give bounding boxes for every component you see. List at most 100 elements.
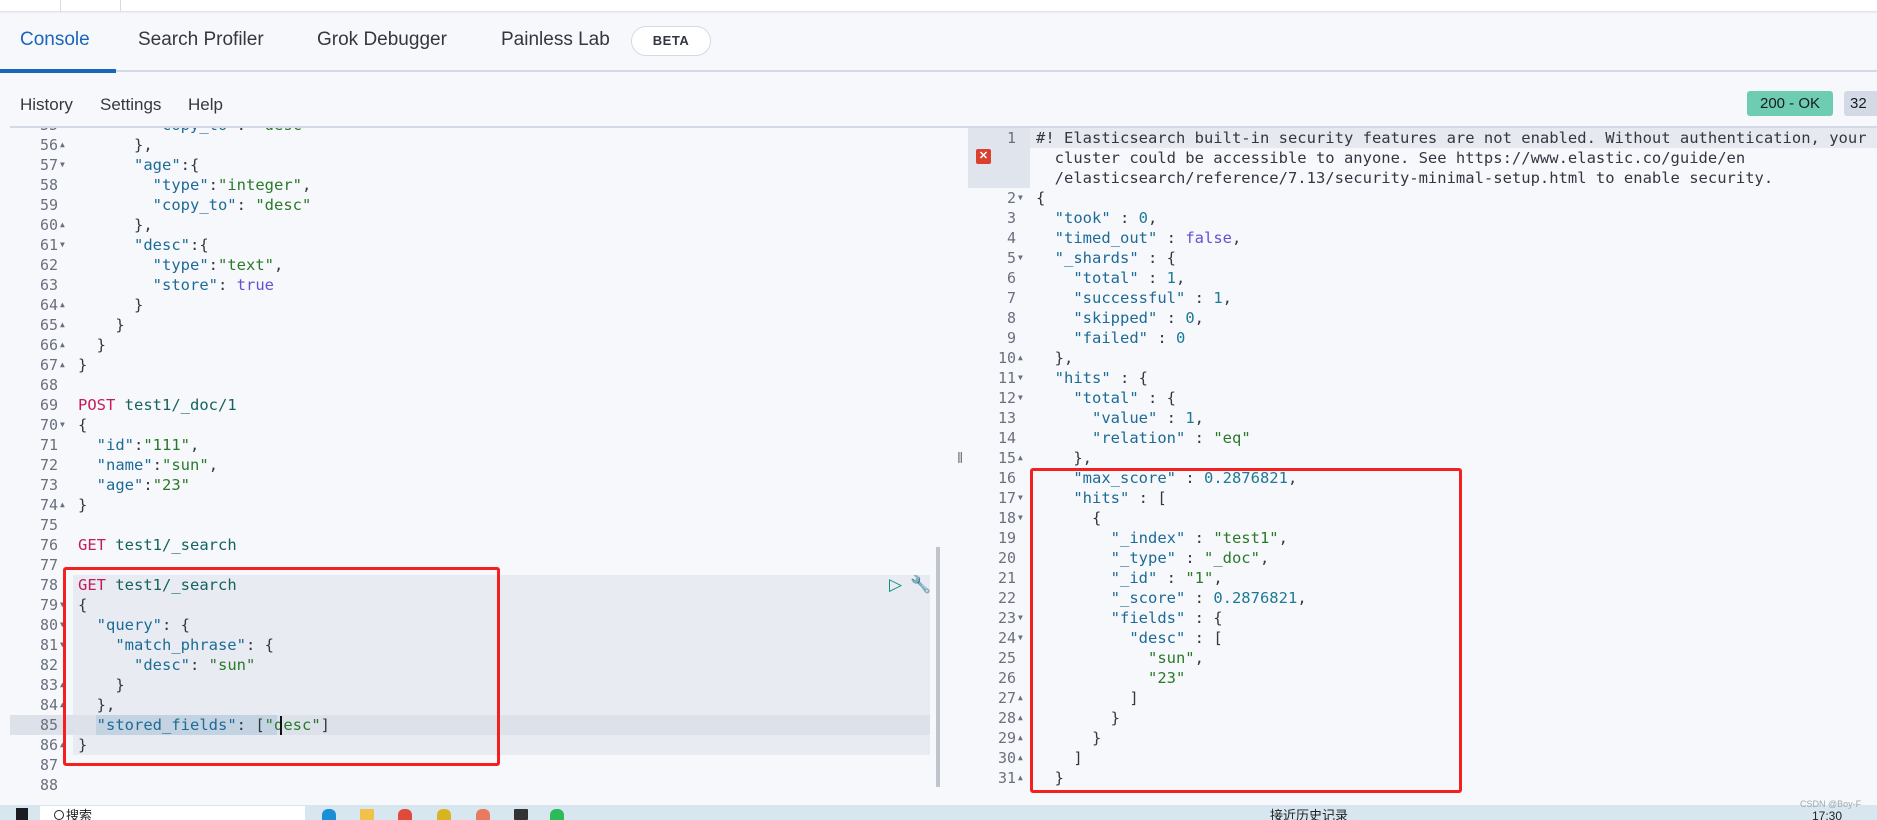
line-number: 8 [1006, 309, 1016, 327]
code-text: } [78, 296, 144, 314]
tab-search-profiler[interactable]: Search Profiler [138, 29, 264, 51]
fold-down-icon[interactable]: ▼ [1018, 368, 1023, 388]
code-line: 66 ▲ } [10, 335, 940, 355]
line-number: 72 [39, 456, 58, 474]
fold-down-icon[interactable]: ▼ [1018, 388, 1023, 408]
divider-handle-icon[interactable]: ‖ [957, 450, 963, 467]
tab-console[interactable]: Console [20, 29, 90, 51]
code-line: 12 ▼ "total" : { [968, 388, 1877, 408]
line-number: 26 [997, 669, 1016, 687]
code-text: } [78, 496, 88, 514]
line-number: 59 [39, 196, 58, 214]
editor-scrollbar[interactable] [936, 547, 940, 787]
fold-up-icon[interactable]: ▲ [1018, 448, 1023, 468]
recent-history-widget[interactable]: 接近历史记录 [1270, 806, 1348, 820]
code-line: 75 [10, 515, 940, 535]
tab-grok-debugger[interactable]: Grok Debugger [317, 29, 447, 51]
fold-down-icon[interactable]: ▼ [1018, 628, 1023, 648]
code-text: } [78, 336, 106, 354]
line-number: 73 [39, 476, 58, 494]
taskbar-search[interactable]: 搜索 [40, 806, 305, 820]
line-number: 19 [997, 529, 1016, 547]
line-number: 21 [997, 569, 1016, 587]
code-line: 69 POST test1/_doc/1 [10, 395, 940, 415]
code-line: 6 "total" : 1, [968, 268, 1877, 288]
terminal-icon[interactable] [514, 809, 528, 820]
fold-up-icon[interactable]: ▲ [1018, 688, 1023, 708]
code-text: "age":"23" [96, 476, 191, 494]
fold-up-icon[interactable]: ▲ [60, 135, 65, 155]
fold-down-icon[interactable]: ▼ [1018, 508, 1023, 528]
line-number: 2 [1006, 189, 1016, 207]
code-text: GET test1/_search [78, 536, 237, 554]
warning-row: cluster could be accessible to anyone. S… [968, 148, 1877, 168]
line-number: 9 [1006, 329, 1016, 347]
code-text: "skipped" : 0, [1073, 309, 1205, 327]
help-button[interactable]: Help [188, 95, 223, 115]
line-number: 10 [997, 349, 1016, 367]
fold-up-icon[interactable]: ▲ [60, 215, 65, 235]
folder-icon[interactable] [360, 809, 374, 820]
tab-divider [60, 0, 61, 11]
wechat-icon[interactable] [550, 809, 564, 820]
code-text: }, [1036, 349, 1074, 367]
code-text: "type":"integer", [152, 176, 312, 194]
code-line: 56 ▲ }, [10, 135, 940, 155]
fold-up-icon[interactable]: ▲ [1018, 768, 1023, 788]
code-text: "id":"111", [96, 436, 200, 454]
line-number: 23 [997, 609, 1016, 627]
line-number: 17 [997, 489, 1016, 507]
fold-down-icon[interactable]: ▼ [60, 235, 65, 255]
line-number: 20 [997, 549, 1016, 567]
line-number: 61 [39, 236, 58, 254]
fold-down-icon[interactable]: ▼ [1018, 488, 1023, 508]
line-number: 18 [997, 509, 1016, 527]
fold-up-icon[interactable]: ▲ [1018, 728, 1023, 748]
line-number: 56 [39, 136, 58, 154]
code-text: "took" : 0, [1054, 209, 1158, 227]
code-line: 73 "age":"23" [10, 475, 940, 495]
app-icon[interactable] [476, 809, 490, 820]
line-number: 84 [39, 696, 58, 714]
code-line: 3 "took" : 0, [968, 208, 1877, 228]
tab-painless-lab[interactable]: Painless Lab [501, 29, 610, 51]
history-button[interactable]: History [20, 95, 73, 115]
warning-text: #! Elasticsearch built-in security featu… [1036, 129, 1867, 147]
windows-start-icon[interactable] [16, 808, 28, 820]
fold-up-icon[interactable]: ▲ [1018, 348, 1023, 368]
line-number: 77 [39, 556, 58, 574]
code-line: 62 "type":"text", [10, 255, 940, 275]
app-icon[interactable] [437, 809, 451, 820]
code-line: 60 ▲ }, [10, 215, 940, 235]
fold-up-icon[interactable]: ▲ [1018, 748, 1023, 768]
devtools-tabs: Console Search Profiler Grok Debugger Pa… [0, 12, 1877, 72]
line-number: 3 [1006, 209, 1016, 227]
line-number: 31 [997, 769, 1016, 787]
beta-badge: BETA [631, 26, 711, 56]
line-number: 15 [997, 449, 1016, 467]
code-text: "total" : 1, [1073, 269, 1186, 287]
error-x-icon[interactable]: ✕ [976, 149, 991, 164]
fold-up-icon[interactable]: ▲ [60, 315, 65, 335]
fold-down-icon[interactable]: ▼ [1018, 188, 1023, 208]
code-line: 9 "failed" : 0 [968, 328, 1877, 348]
fold-up-icon[interactable]: ▲ [60, 295, 65, 315]
settings-button[interactable]: Settings [100, 95, 161, 115]
code-text: }, [78, 216, 153, 234]
fold-up-icon[interactable]: ▲ [1018, 708, 1023, 728]
code-text: "relation" : "eq" [1092, 429, 1251, 447]
edge-icon[interactable] [322, 809, 336, 820]
fold-down-icon[interactable]: ▼ [60, 415, 65, 435]
fold-up-icon[interactable]: ▲ [60, 495, 65, 515]
fold-up-icon[interactable]: ▲ [60, 335, 65, 355]
fold-down-icon[interactable]: ▼ [1018, 608, 1023, 628]
fold-down-icon[interactable]: ▼ [60, 155, 65, 175]
line-number: 4 [1006, 229, 1016, 247]
code-text: "name":"sun", [96, 456, 219, 474]
wrench-icon[interactable]: 🔧 [910, 575, 931, 595]
code-line: 5 ▼ "_shards" : { [968, 248, 1877, 268]
chrome-icon[interactable] [398, 809, 412, 820]
play-icon[interactable]: ▷ [889, 575, 902, 595]
fold-up-icon[interactable]: ▲ [60, 355, 65, 375]
fold-down-icon[interactable]: ▼ [1018, 248, 1023, 268]
